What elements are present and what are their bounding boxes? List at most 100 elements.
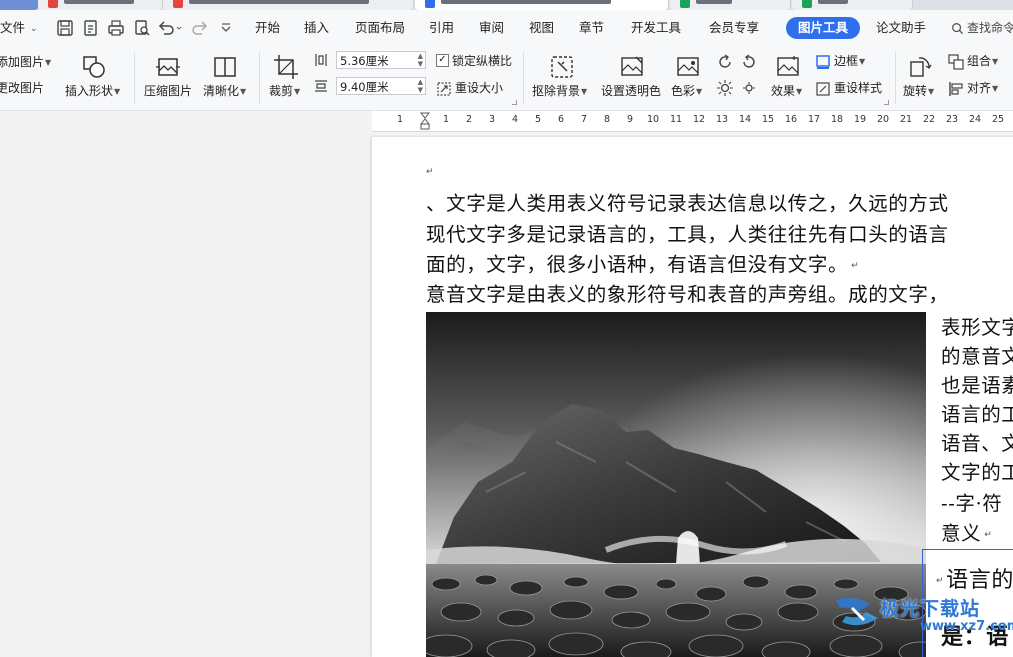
ruler-number: 1 [442, 114, 450, 125]
tab-view[interactable]: 视图 [529, 10, 554, 46]
document-page[interactable]: ↵ 、文字是人类用表义符号记录表达信息以传之，久远的方式 现代文字多是记录语言的… [372, 137, 1013, 657]
tab-partial-1[interactable] [0, 0, 39, 10]
size-dialog-launcher[interactable] [512, 100, 517, 105]
reset-size-button[interactable]: 重设大小 [436, 78, 503, 98]
command-search[interactable]: 查找命令 [951, 10, 1013, 46]
rotate-icon [910, 57, 932, 77]
tab-thesis-assistant[interactable]: 论文助手 [876, 10, 926, 46]
doc-line-4: 意音文字是由表义的象形符号和表音的声旁组。成的文字， [426, 283, 949, 306]
brightness-up-icon[interactable] [716, 79, 734, 97]
group-button[interactable]: 组合▼ [948, 51, 998, 71]
tab-chapter[interactable]: 章节 [579, 10, 604, 46]
color-button[interactable]: 色彩▼ [671, 50, 707, 110]
file-menu[interactable]: 文件 ⌄ [0, 10, 38, 46]
ruler-number: 14 [738, 114, 752, 125]
tab-developer[interactable]: 开发工具 [631, 10, 681, 46]
rotate-right-icon[interactable] [740, 53, 758, 71]
ruler-track[interactable]: 1 1 2 3 4 5 6 7 8 9 10 11 12 13 14 15 16… [372, 111, 1013, 132]
set-transparent-color-button[interactable]: 设置透明色 [601, 50, 665, 110]
tab-page-layout[interactable]: 页面布局 [355, 10, 405, 46]
undo-icon[interactable] [157, 19, 183, 37]
crop-button[interactable]: 裁剪▼ [269, 50, 309, 110]
remove-background-button[interactable]: 抠除背景▼ [532, 50, 592, 110]
compress-picture-button[interactable]: 压缩图片 [144, 50, 194, 110]
width-spinner[interactable]: ▲ ▼ [418, 52, 423, 68]
ruler-number: 17 [807, 114, 821, 125]
export-pdf-icon[interactable] [82, 19, 100, 37]
paragraph-mark-icon: ↵ [851, 260, 860, 271]
tab-references[interactable]: 引用 [429, 10, 454, 46]
sharpen-button[interactable]: 清晰化▼ [203, 50, 253, 110]
group-icon [948, 53, 964, 70]
tab-start[interactable]: 开始 [255, 10, 280, 46]
save-icon[interactable] [56, 19, 74, 37]
paragraph-mark-icon: ↵ [984, 529, 993, 540]
ruler-number: 6 [557, 114, 565, 125]
rotate-left-icon[interactable] [716, 53, 734, 71]
transparent-color-icon [621, 56, 643, 76]
menu-bar: 文件 ⌄ 开始 插入 页面布局 引用 审阅 视图 章节 开发工具 会员专享 图片工… [0, 10, 1013, 46]
border-button[interactable]: 边框▼ [815, 51, 865, 71]
pdf-icon [173, 0, 183, 8]
shapes-icon [83, 56, 105, 78]
effects-button[interactable]: 效果▼ [771, 50, 807, 110]
ruler-number: 8 [603, 114, 611, 125]
side-line-3: 也是语素 [941, 374, 1013, 397]
width-field[interactable]: 5.36厘米 ▲ ▼ [336, 51, 426, 69]
print-icon[interactable] [107, 19, 125, 37]
ruler-number: 15 [761, 114, 775, 125]
tab-document-4[interactable] [670, 0, 791, 10]
brightness-down-icon[interactable] [740, 79, 758, 97]
style-dialog-launcher[interactable] [884, 100, 889, 105]
quick-access-more-icon[interactable] [219, 19, 233, 37]
watermark-logo-icon [836, 597, 878, 626]
paragraph-mark-icon: ↵ [426, 167, 435, 177]
sheet-icon [680, 0, 690, 8]
ruler-number: 1 [396, 114, 404, 125]
change-picture-button[interactable]: 更改图片 [0, 78, 44, 98]
writer-icon [425, 0, 435, 8]
tab-document-1[interactable] [38, 0, 163, 10]
compress-icon [156, 58, 180, 76]
sharpen-icon [214, 57, 236, 77]
horizontal-ruler: 1 1 2 3 4 5 6 7 8 9 10 11 12 13 14 15 16… [0, 111, 1013, 132]
ruler-number: 23 [945, 114, 959, 125]
reset-style-button[interactable]: 重设样式 [815, 78, 882, 98]
side-line-6: 文字的工 [941, 461, 1013, 484]
watermark-url: www.xz7.com [920, 619, 1013, 634]
reset-size-icon [437, 81, 451, 96]
insert-shape-button[interactable]: 插入形状▼ [65, 50, 125, 110]
checkbox-checked-icon: ✓ [436, 54, 449, 67]
tab-picture-tools[interactable]: 图片工具 [786, 17, 861, 39]
tab-member[interactable]: 会员专享 [709, 10, 759, 46]
tab-document-5[interactable] [792, 0, 913, 10]
ruler-number: 5 [534, 114, 542, 125]
site-watermark: 极光下载站 www.xz7.com [828, 592, 1013, 642]
tab-document-2[interactable] [163, 0, 414, 10]
ruler-number: 18 [830, 114, 844, 125]
ruler-number: 13 [715, 114, 729, 125]
search-icon [952, 23, 964, 35]
add-picture-button[interactable]: 添加图片▼ [0, 52, 51, 72]
ruler-number: 22 [922, 114, 936, 125]
remove-background-icon [551, 56, 573, 78]
align-button[interactable]: 对齐▼ [948, 78, 998, 98]
rotate-button[interactable]: 旋转▼ [903, 50, 941, 110]
lock-aspect-ratio-checkbox[interactable]: ✓ 锁定纵横比 [436, 51, 512, 71]
tab-document-active[interactable] [415, 0, 669, 10]
tab-review[interactable]: 审阅 [479, 10, 504, 46]
indent-marker-icon[interactable] [420, 112, 430, 130]
ruler-number: 9 [626, 114, 634, 125]
height-spinner[interactable]: ▲ ▼ [418, 78, 423, 94]
print-preview-icon[interactable] [133, 19, 151, 37]
redo-icon[interactable] [191, 19, 217, 37]
side-line-2: 的意音文 [941, 345, 1013, 368]
ruler-number: 2 [465, 114, 473, 125]
tab-insert[interactable]: 插入 [304, 10, 329, 46]
effects-icon [777, 56, 799, 76]
watermark-text: 极光下载站 [880, 598, 981, 620]
height-field[interactable]: 9.40厘米 ▲ ▼ [336, 77, 426, 95]
align-icon [949, 81, 963, 96]
height-icon [315, 54, 327, 66]
crop-icon [274, 55, 298, 79]
